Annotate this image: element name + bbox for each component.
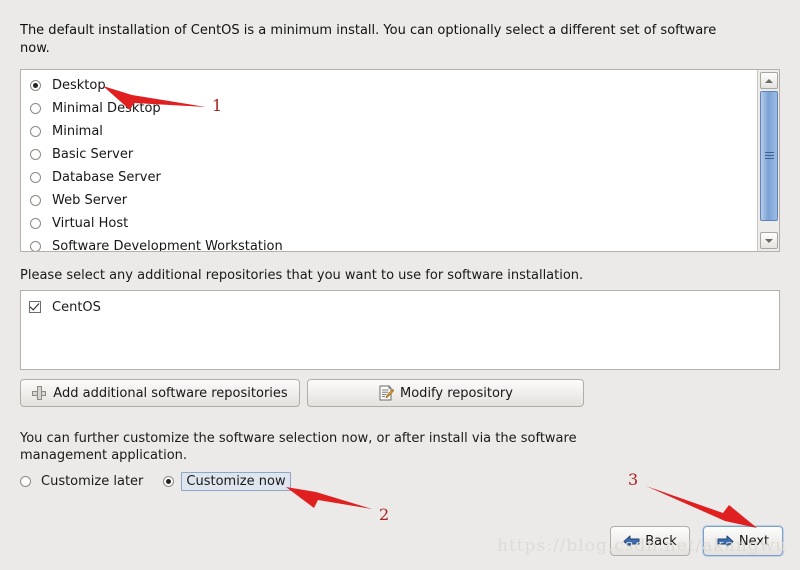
software-group-list[interactable]: Desktop Minimal Desktop Minimal Basic Se…	[21, 70, 757, 251]
grip-icon	[765, 152, 774, 160]
focus-outline: Customize now	[181, 472, 291, 491]
list-item-label: Web Server	[52, 193, 128, 208]
customize-options: Customize later Customize now	[20, 472, 311, 491]
add-repositories-label: Add additional software repositories	[53, 385, 288, 401]
list-item[interactable]: Minimal Desktop	[21, 97, 757, 120]
list-item[interactable]: Software Development Workstation	[21, 235, 757, 251]
list-item-label: CentOS	[52, 299, 101, 315]
radio-icon[interactable]	[30, 80, 41, 91]
customize-later-label: Customize later	[41, 474, 144, 489]
radio-icon[interactable]	[30, 195, 41, 206]
vertical-scrollbar[interactable]	[757, 70, 779, 251]
radio-icon[interactable]	[30, 149, 41, 160]
repositories-label: Please select any additional repositorie…	[20, 268, 584, 283]
checkbox-icon[interactable]	[29, 301, 41, 313]
watermark-text: https://blog.csdn.net/akangwu	[497, 536, 788, 556]
scrollbar-thumb[interactable]	[760, 91, 778, 221]
list-item-label: Minimal	[52, 124, 103, 139]
customize-later-option[interactable]: Customize later	[20, 474, 143, 489]
list-item-label: Basic Server	[52, 147, 134, 162]
list-item-label: Software Development Workstation	[52, 239, 283, 251]
plus-icon	[32, 386, 47, 400]
radio-icon[interactable]	[30, 103, 41, 114]
repositories-listbox[interactable]: CentOS	[20, 290, 780, 370]
chevron-down-icon[interactable]	[760, 232, 778, 249]
customize-now-option[interactable]: Customize now	[163, 472, 291, 491]
list-item[interactable]: Virtual Host	[21, 212, 757, 235]
intro-text: The default installation of CentOS is a …	[20, 23, 717, 56]
list-item-label: Desktop	[52, 78, 106, 93]
modify-repository-button[interactable]: Modify repository	[307, 379, 584, 407]
radio-icon[interactable]	[20, 476, 31, 487]
list-item-label: Virtual Host	[52, 216, 129, 231]
modify-repository-label: Modify repository	[400, 385, 513, 401]
list-item[interactable]: Desktop	[21, 74, 757, 97]
list-item[interactable]: CentOS	[21, 291, 779, 318]
radio-icon[interactable]	[30, 241, 41, 251]
document-pencil-icon	[378, 384, 395, 401]
radio-icon[interactable]	[163, 476, 175, 487]
radio-icon[interactable]	[30, 172, 41, 183]
list-item[interactable]: Minimal	[21, 120, 757, 143]
annotation-number-3: 3	[628, 470, 639, 489]
customize-description: You can further customize the software s…	[20, 431, 577, 463]
list-item-label: Minimal Desktop	[52, 101, 161, 116]
annotation-arrow-3	[646, 486, 757, 528]
annotation-number-2: 2	[379, 505, 390, 524]
list-item[interactable]: Web Server	[21, 189, 757, 212]
list-item[interactable]: Database Server	[21, 166, 757, 189]
add-repositories-button[interactable]: Add additional software repositories	[20, 379, 300, 407]
annotation-number-1: 1	[212, 96, 223, 115]
radio-icon[interactable]	[30, 126, 41, 137]
chevron-up-icon[interactable]	[760, 72, 778, 89]
radio-icon[interactable]	[30, 218, 41, 229]
list-item-label: Database Server	[52, 170, 161, 185]
customize-now-label: Customize now	[186, 474, 286, 489]
list-item[interactable]: Basic Server	[21, 143, 757, 166]
software-group-listbox[interactable]: Desktop Minimal Desktop Minimal Basic Se…	[20, 69, 780, 252]
